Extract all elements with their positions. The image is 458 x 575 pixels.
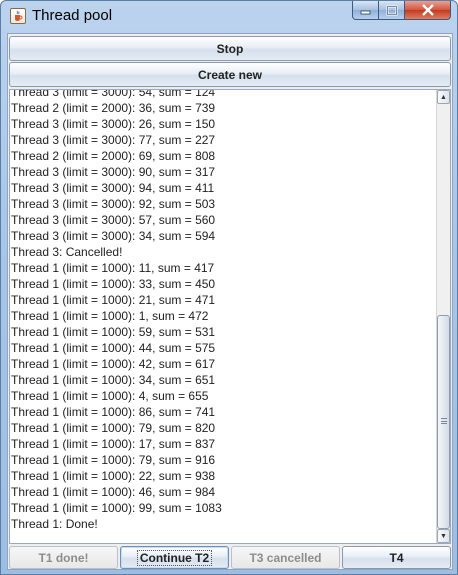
log-line: Thread 1 (limit = 1000): 42, sum = 617 bbox=[11, 357, 216, 371]
t3-button[interactable]: T3 cancelled bbox=[231, 546, 340, 569]
close-icon bbox=[421, 4, 434, 16]
log-line: Thread 1 (limit = 1000): 33, sum = 450 bbox=[11, 277, 216, 291]
java-cup-icon[interactable] bbox=[10, 8, 26, 24]
log-line: Thread 3 (limit = 3000): 57, sum = 560 bbox=[11, 213, 216, 227]
maximize-button[interactable] bbox=[379, 1, 405, 20]
minimize-button[interactable] bbox=[352, 1, 379, 20]
log-line: Thread 1 (limit = 1000): 99, sum = 1083 bbox=[11, 501, 222, 515]
log-text-area[interactable]: Thread 3 (limit = 3000): 54, sum = 124 Th… bbox=[10, 89, 438, 532]
log-line: Thread 1: Done! bbox=[11, 517, 98, 531]
t2-button-label: Continue T2 bbox=[136, 549, 213, 566]
log-line: Thread 1 (limit = 1000): 79, sum = 820 bbox=[11, 421, 216, 435]
log-scroll-pane[interactable]: Thread 3 (limit = 3000): 54, sum = 124 Th… bbox=[9, 89, 451, 544]
log-line: Thread 1 (limit = 1000): 86, sum = 741 bbox=[11, 405, 216, 419]
content-pane: Stop Create new Thread 3 (limit = 3000):… bbox=[7, 33, 453, 570]
close-button[interactable] bbox=[405, 1, 451, 20]
log-line: Thread 1 (limit = 1000): 59, sum = 531 bbox=[11, 325, 216, 339]
log-line: Thread 2 (limit = 2000): 69, sum = 808 bbox=[11, 149, 216, 163]
maximize-icon bbox=[386, 5, 397, 15]
t2-button[interactable]: Continue T2 bbox=[120, 546, 229, 569]
vertical-scrollbar[interactable]: ▲ ▼ bbox=[436, 90, 450, 543]
arrow-down-icon: ▼ bbox=[440, 532, 447, 540]
log-line: Thread 3 (limit = 3000): 54, sum = 124 bbox=[11, 89, 216, 99]
app-window: Thread pool Stop Create new Thread 3 (li… bbox=[0, 0, 458, 575]
t1-button-label: T1 done! bbox=[38, 550, 89, 565]
t4-button[interactable]: T4 bbox=[342, 546, 451, 569]
t4-button-label: T4 bbox=[389, 550, 404, 565]
thread-buttons-row: T1 done! Continue T2 T3 cancelled T4 bbox=[9, 546, 451, 569]
log-line: Thread 3 (limit = 3000): 92, sum = 503 bbox=[11, 197, 216, 211]
log-line: Thread 1 (limit = 1000): 44, sum = 575 bbox=[11, 341, 216, 355]
log-line: Thread 1 (limit = 1000): 79, sum = 916 bbox=[11, 453, 216, 467]
log-line: Thread 1 (limit = 1000): 1, sum = 472 bbox=[11, 309, 209, 323]
minimize-icon bbox=[360, 10, 370, 15]
scroll-up-button[interactable]: ▲ bbox=[437, 90, 450, 104]
log-line: Thread 3 (limit = 3000): 26, sum = 150 bbox=[11, 117, 216, 131]
log-line: Thread 3 (limit = 3000): 34, sum = 594 bbox=[11, 229, 216, 243]
stop-button[interactable]: Stop bbox=[9, 36, 451, 61]
title-bar[interactable]: Thread pool bbox=[1, 1, 457, 31]
grip-icon bbox=[441, 418, 447, 424]
log-line: Thread 1 (limit = 1000): 11, sum = 417 bbox=[11, 261, 215, 275]
scroll-thumb[interactable] bbox=[437, 315, 450, 529]
log-line: Thread 3 (limit = 3000): 90, sum = 317 bbox=[11, 165, 216, 179]
log-line: Thread 1 (limit = 1000): 4, sum = 655 bbox=[11, 389, 209, 403]
scroll-down-button[interactable]: ▼ bbox=[437, 529, 450, 543]
arrow-up-icon: ▲ bbox=[440, 93, 447, 101]
t3-button-label: T3 cancelled bbox=[249, 550, 322, 565]
t1-button[interactable]: T1 done! bbox=[9, 546, 118, 569]
window-title: Thread pool bbox=[32, 7, 113, 24]
create-new-button[interactable]: Create new bbox=[9, 62, 451, 87]
log-line: Thread 1 (limit = 1000): 17, sum = 837 bbox=[11, 437, 216, 451]
caption-buttons bbox=[352, 1, 451, 21]
log-line: Thread 1 (limit = 1000): 34, sum = 651 bbox=[11, 373, 216, 387]
log-line: Thread 3 (limit = 3000): 77, sum = 227 bbox=[11, 133, 216, 147]
log-line: Thread 1 (limit = 1000): 46, sum = 984 bbox=[11, 485, 216, 499]
log-line: Thread 1 (limit = 1000): 21, sum = 471 bbox=[11, 293, 216, 307]
log-line: Thread 2 (limit = 2000): 36, sum = 739 bbox=[11, 101, 216, 115]
log-line: Thread 3 (limit = 3000): 94, sum = 411 bbox=[11, 181, 215, 195]
log-line: Thread 1 (limit = 1000): 22, sum = 938 bbox=[11, 469, 216, 483]
log-line: Thread 3: Cancelled! bbox=[11, 245, 123, 259]
